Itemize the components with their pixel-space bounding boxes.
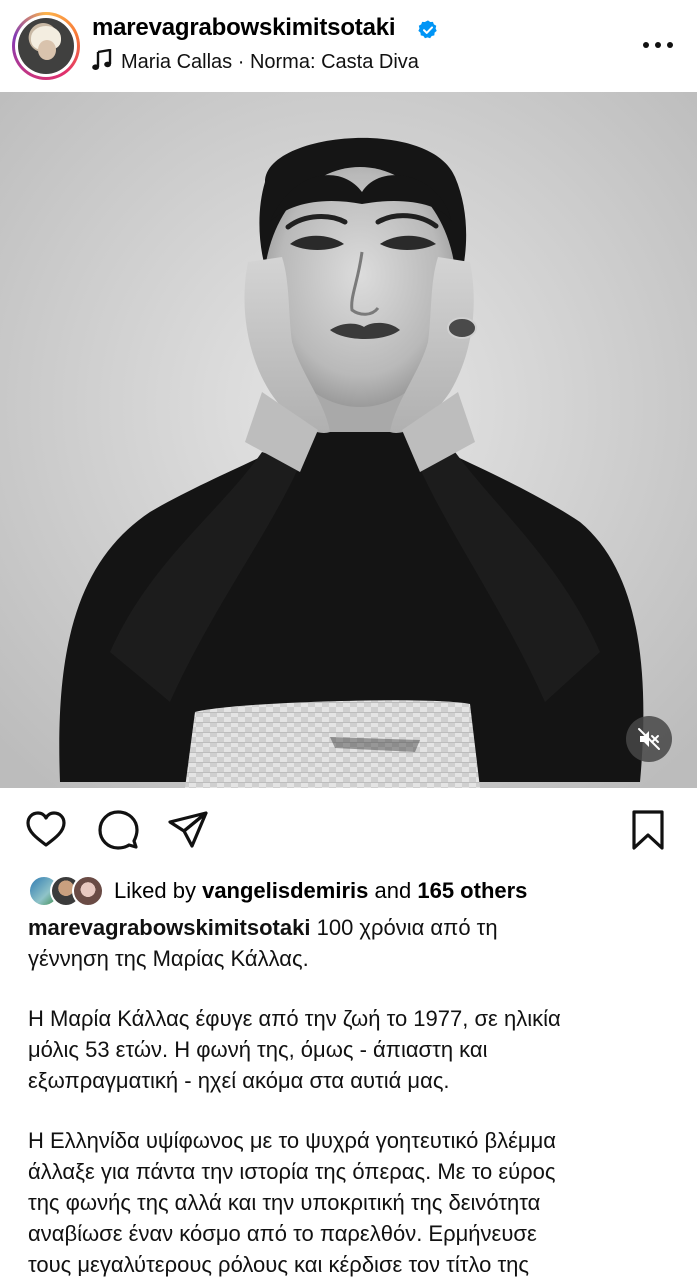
caption-text: 100 χρόνια από τη — [316, 915, 498, 940]
author-username[interactable]: marevagrabowskimitsotaki — [92, 14, 396, 42]
audio-track: Norma: Casta Diva — [249, 51, 419, 73]
caption-line: γέννηση της Μαρίας Κάλλας. — [28, 946, 309, 971]
save-button[interactable] — [626, 808, 670, 852]
mute-button[interactable] — [626, 716, 672, 762]
caption-line: αναβίωσε έναν κόσμο από το παρελθόν. Ερμ… — [28, 1221, 537, 1246]
heart-icon — [26, 811, 66, 847]
caption-line: άλλαξε για πάντα την ιστορία της όπερας.… — [28, 1159, 556, 1184]
action-bar — [0, 788, 697, 878]
instagram-post: marevagrabowskimitsotaki Maria Callas · … — [0, 0, 697, 1280]
likes-text: Liked by vangelisdemiris and 165 others — [114, 878, 527, 904]
caption-line: marevagrabowskimitsotaki 100 χρόνια από … — [28, 912, 673, 943]
send-icon — [168, 811, 208, 848]
likes-prefix: Liked by — [114, 878, 196, 903]
audio-attribution[interactable]: Maria Callas · Norma: Casta Diva — [92, 49, 419, 74]
avatar-frame — [15, 15, 77, 77]
caption-line: Η Ελληνίδα υψίφωνος με το ψυχρά γοητευτι… — [28, 1128, 556, 1153]
music-note-icon — [92, 49, 112, 70]
caption-username[interactable]: marevagrabowskimitsotaki — [28, 915, 310, 940]
caption-line: Η Μαρία Κάλλας έφυγε από την ζωή το 1977… — [28, 1006, 561, 1031]
comment-button[interactable] — [96, 808, 140, 852]
post-header: marevagrabowskimitsotaki Maria Callas · … — [0, 0, 697, 92]
caption-line: μόλις 53 ετών. Η φωνή της, όμως - άπιαστ… — [28, 1037, 488, 1062]
avatar[interactable] — [18, 18, 74, 74]
verified-badge-icon — [418, 20, 437, 39]
caption-line: τους μεγαλύτερους ρόλους και κέρδισε τον… — [28, 1252, 529, 1277]
likes-conjunction: and — [374, 878, 412, 903]
audio-separator: · — [237, 51, 245, 73]
more-horizontal-icon[interactable] — [640, 34, 676, 56]
bookmark-icon — [632, 810, 664, 850]
liked-by-user[interactable]: vangelisdemiris — [202, 878, 368, 903]
audio-artist: Maria Callas — [121, 51, 233, 73]
caption-line: εξωπραγματική - ηχεί ακόμα στα αυτιά μας… — [28, 1068, 450, 1093]
caption-line: της φωνής της αλλά και την υποκριτική τη… — [28, 1190, 541, 1215]
comment-icon — [98, 810, 139, 850]
share-button[interactable] — [166, 808, 210, 852]
portrait-illustration — [0, 92, 697, 788]
story-ring[interactable] — [12, 12, 80, 80]
like-button[interactable] — [24, 808, 68, 852]
speaker-muted-icon — [638, 728, 660, 750]
likes-others[interactable]: 165 others — [417, 878, 527, 903]
liker-avatar[interactable] — [72, 875, 104, 907]
post-photo[interactable] — [0, 92, 697, 788]
post-caption: marevagrabowskimitsotaki 100 χρόνια από … — [28, 912, 673, 1280]
